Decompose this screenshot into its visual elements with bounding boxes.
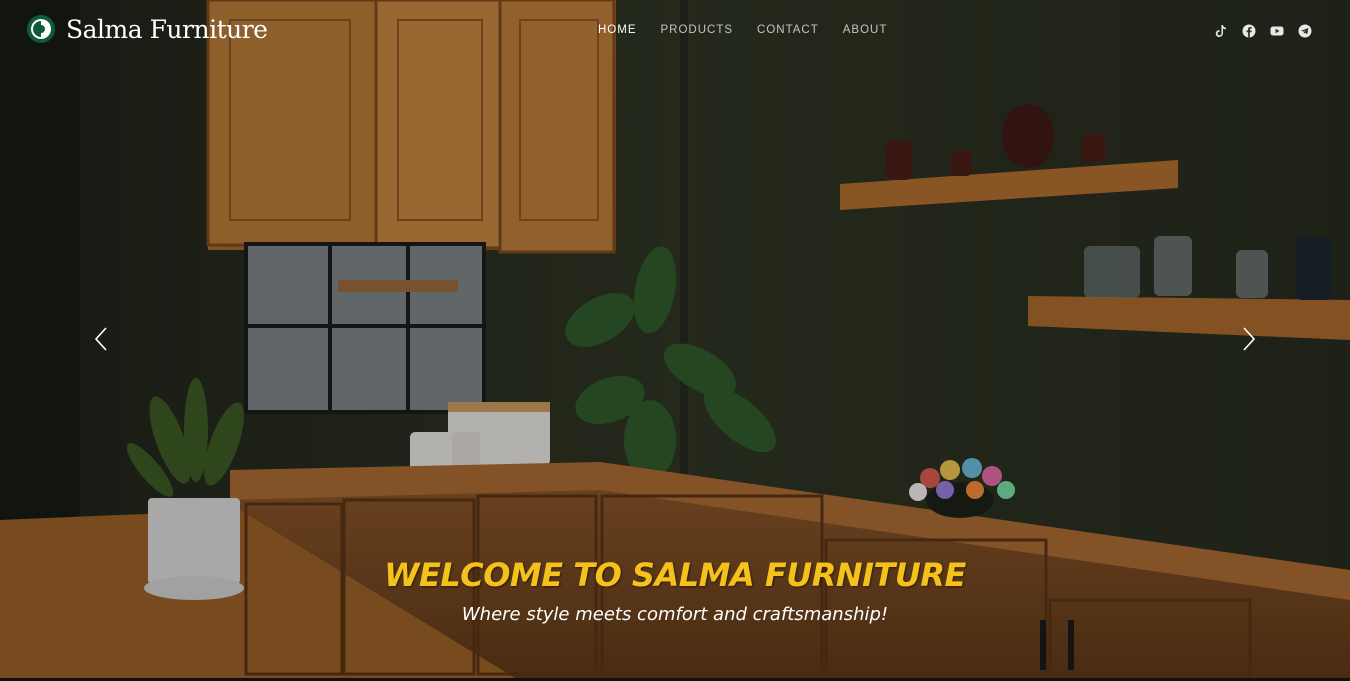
main-nav: HOME PRODUCTS CONTACT ABOUT xyxy=(598,24,887,36)
brand[interactable]: Salma Furniture xyxy=(26,14,268,44)
slide-subtitle: Where style meets comfort and craftsmans… xyxy=(461,604,889,625)
slide-title: WELCOME TO SALMA FURNITURE xyxy=(384,556,966,594)
nav-item-contact[interactable]: CONTACT xyxy=(757,24,819,36)
leaf-logo-icon xyxy=(27,15,55,43)
youtube-icon[interactable] xyxy=(1270,24,1284,38)
chevron-right-icon[interactable] xyxy=(1238,324,1258,354)
site-header: Salma Furniture HOME PRODUCTS CONTACT AB… xyxy=(0,0,1350,64)
nav-item-home[interactable]: HOME xyxy=(598,24,637,36)
chevron-left-icon[interactable] xyxy=(92,324,112,354)
slide-caption: WELCOME TO SALMA FURNITURE Where style m… xyxy=(0,556,1350,625)
social-links xyxy=(1214,24,1312,38)
tiktok-icon[interactable] xyxy=(1214,24,1228,38)
brand-name: Salma Furniture xyxy=(66,14,268,44)
nav-item-about[interactable]: ABOUT xyxy=(843,24,888,36)
telegram-icon[interactable] xyxy=(1298,24,1312,38)
nav-item-products[interactable]: PRODUCTS xyxy=(661,24,734,36)
facebook-icon[interactable] xyxy=(1242,24,1256,38)
